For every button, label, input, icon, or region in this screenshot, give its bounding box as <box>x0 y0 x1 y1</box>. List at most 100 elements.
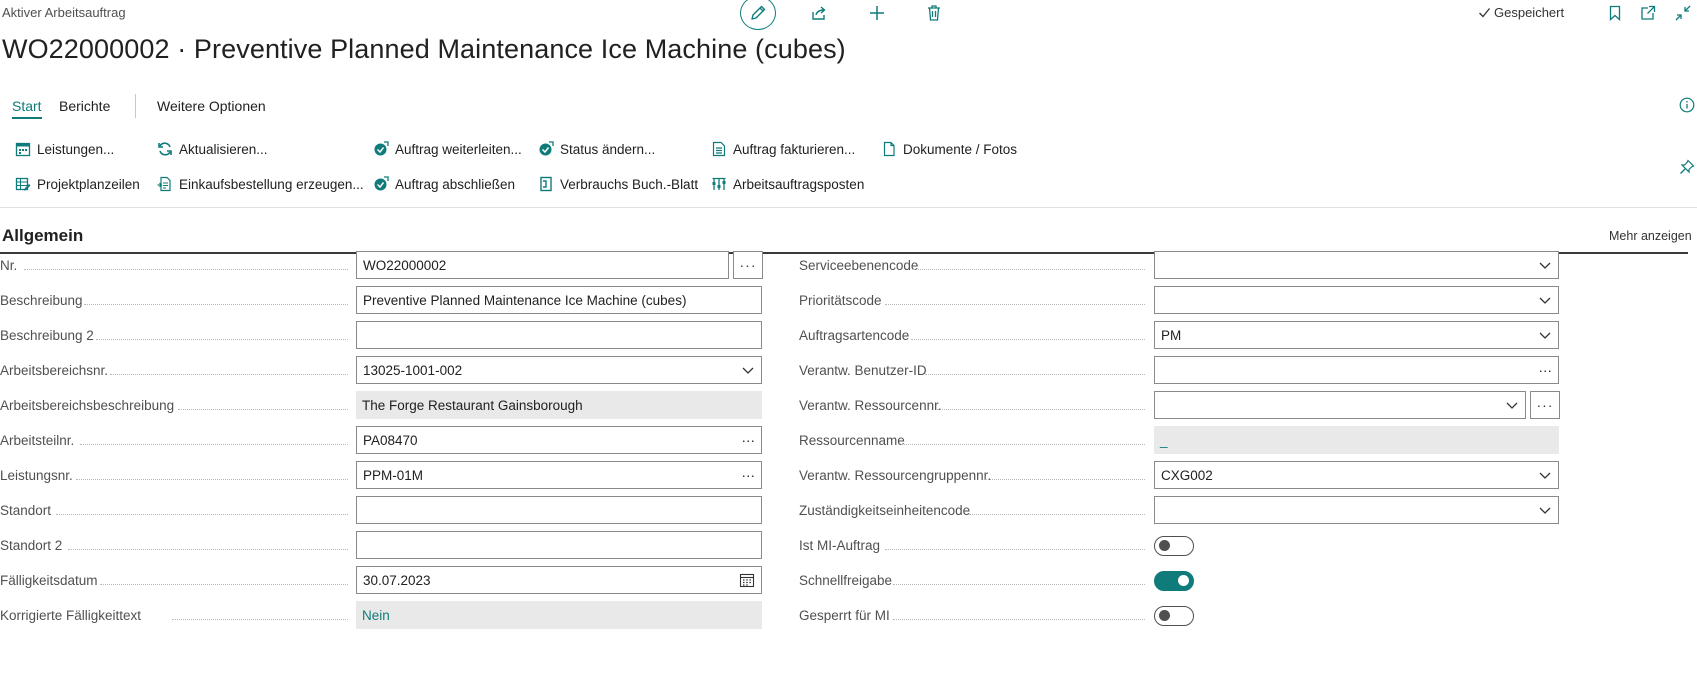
field-prioritaetscode: Prioritätscode <box>799 286 1689 314</box>
chevron-down-icon[interactable] <box>1505 392 1519 418</box>
bookmark-button[interactable] <box>1604 2 1626 24</box>
pin-icon <box>1680 159 1695 174</box>
journal-icon <box>538 176 554 192</box>
field-label: Standort <box>0 502 52 518</box>
leistungsnr-input[interactable]: PPM-01M ··· <box>356 461 762 489</box>
action-projektplanzeilen[interactable]: Projektplanzeilen <box>15 173 140 195</box>
leader-dots <box>893 584 1145 585</box>
collapse-button[interactable] <box>1672 2 1694 24</box>
action-dokumente-fotos[interactable]: Dokumente / Fotos <box>881 138 1017 160</box>
standort-input[interactable] <box>356 496 762 524</box>
calendar-icon <box>15 141 31 157</box>
document-icon <box>881 141 897 157</box>
schnellfreigabe-toggle[interactable] <box>1154 571 1194 591</box>
field-label: Arbeitsbereichsnr. <box>0 362 109 378</box>
action-status-aendern[interactable]: Status ändern... <box>538 138 655 160</box>
action-aktualisieren[interactable]: Aktualisieren... <box>157 138 268 160</box>
field-schnellfreigabe: Schnellfreigabe <box>799 566 1689 594</box>
document-arrow-icon <box>157 176 173 192</box>
list-edit-icon <box>15 176 31 192</box>
field-label: Korrigierte Fälligkeittext <box>0 607 142 623</box>
beschreibung-2-input[interactable] <box>356 321 762 349</box>
field-arbeitsbereichsbeschreibung: Arbeitsbereichsbeschreibung The Forge Re… <box>0 391 790 419</box>
field-label: Arbeitsteilnr. <box>0 432 75 448</box>
action-leistungen[interactable]: Leistungen... <box>15 138 114 160</box>
ellipsis-icon[interactable]: ··· <box>1539 357 1553 383</box>
delete-button[interactable] <box>917 0 951 28</box>
share-button[interactable] <box>802 0 836 28</box>
open-new-window-icon <box>1641 5 1656 20</box>
nr-assist-button[interactable]: ··· <box>733 251 763 279</box>
refresh-icon <box>157 141 173 157</box>
leader-dots <box>893 619 1145 620</box>
chevron-down-icon[interactable] <box>1538 252 1552 278</box>
zustaendigkeitseinheitencode-select[interactable] <box>1154 496 1559 524</box>
action-verbrauchs-buch-blatt[interactable]: Verbrauchs Buch.-Blatt <box>538 173 698 195</box>
ist-mi-auftrag-toggle[interactable] <box>1154 536 1194 556</box>
toggle-knob <box>1178 575 1189 586</box>
action-arbeitsauftragsposten[interactable]: Arbeitsauftragsposten <box>711 173 864 195</box>
prioritaetscode-select[interactable] <box>1154 286 1559 314</box>
korrigierte-faelligkeittext-value[interactable]: Nein <box>356 601 762 629</box>
field-label: Arbeitsbereichsbeschreibung <box>0 397 175 413</box>
chevron-down-icon[interactable] <box>1538 497 1552 523</box>
auftragsartencode-select[interactable]: PM <box>1154 321 1559 349</box>
gesperrt-fuer-mi-toggle[interactable] <box>1154 606 1194 626</box>
ressourcenname-value[interactable]: _ <box>1154 426 1559 454</box>
action-label: Leistungen... <box>37 141 115 157</box>
page-caption: Aktiver Arbeitsauftrag <box>2 5 126 20</box>
field-arbeitsbereichsnr: Arbeitsbereichsnr. 13025-1001-002 <box>0 356 790 384</box>
field-label: Gesperrt für MI <box>799 607 890 623</box>
calendar-icon[interactable] <box>739 567 755 593</box>
leader-dots <box>178 409 348 410</box>
field-label: Beschreibung <box>0 292 83 308</box>
arbeitsteilnr-input[interactable]: PA08470 ··· <box>356 426 762 454</box>
action-auftrag-abschliessen[interactable]: Auftrag abschließen <box>373 173 515 195</box>
tab-start[interactable]: Start <box>12 98 42 119</box>
leader-dots <box>985 479 1145 480</box>
checkmark-icon <box>1479 8 1491 18</box>
verantw-benutzer-id-input[interactable]: ··· <box>1154 356 1559 384</box>
action-bar: Leistungen... Projektplanzeilen Aktualis… <box>0 134 1697 206</box>
field-label: Ressourcenname <box>799 432 905 448</box>
leader-dots <box>937 409 1145 410</box>
edit-button[interactable] <box>740 0 776 30</box>
beschreibung-input[interactable]: Preventive Planned Maintenance Ice Machi… <box>356 286 762 314</box>
chevron-down-icon[interactable] <box>741 357 755 383</box>
verantw-ressourcengruppennr-select[interactable]: CXG002 <box>1154 461 1559 489</box>
chevron-down-icon[interactable] <box>1538 287 1552 313</box>
info-button[interactable] <box>1678 96 1696 114</box>
arbeitsbereichsnr-select[interactable]: 13025-1001-002 <box>356 356 762 384</box>
tab-weitere-optionen[interactable]: Weitere Optionen <box>157 98 266 114</box>
ellipsis-icon[interactable]: ··· <box>742 462 756 488</box>
verantw-ressourcennr-select[interactable] <box>1154 391 1526 419</box>
ellipsis-icon[interactable]: ··· <box>742 427 756 453</box>
chevron-down-icon[interactable] <box>1538 322 1552 348</box>
action-einkaufsbestellung-erzeugen[interactable]: Einkaufsbestellung erzeugen... <box>157 173 364 195</box>
chevron-down-icon[interactable] <box>1538 462 1552 488</box>
tab-berichte[interactable]: Berichte <box>59 98 110 114</box>
action-label: Projektplanzeilen <box>37 176 140 192</box>
collapse-icon <box>1675 5 1691 21</box>
field-label: Leistungsnr. <box>0 467 73 483</box>
open-new-window-button[interactable] <box>1637 2 1659 24</box>
toggle-knob <box>1159 610 1170 621</box>
faelligkeitsdatum-input[interactable]: 30.07.2023 <box>356 566 762 594</box>
action-auftrag-fakturieren[interactable]: Auftrag fakturieren... <box>711 138 855 160</box>
show-more-link[interactable]: Mehr anzeigen <box>1609 229 1692 243</box>
field-verantw-ressourcennr: Verantw. Ressourcennr. ··· <box>799 391 1689 419</box>
leader-dots <box>96 339 348 340</box>
leader-dots <box>885 304 1145 305</box>
standort-2-input[interactable] <box>356 531 762 559</box>
pin-action-bar-button[interactable] <box>1678 158 1696 176</box>
nr-input[interactable]: WO22000002 <box>356 251 729 279</box>
serviceebenencode-select[interactable] <box>1154 251 1559 279</box>
input-value: PA08470 <box>363 432 418 448</box>
field-ist-mi-auftrag: Ist MI-Auftrag <box>799 531 1689 559</box>
field-nr: Nr. WO22000002 ··· <box>0 251 790 279</box>
bookmark-icon <box>1609 5 1621 21</box>
new-button[interactable] <box>860 0 894 28</box>
verantw-ressourcennr-assist-button[interactable]: ··· <box>1530 391 1560 419</box>
field-standort: Standort <box>0 496 790 524</box>
action-auftrag-weiterleiten[interactable]: Auftrag weiterleiten... <box>373 138 522 160</box>
